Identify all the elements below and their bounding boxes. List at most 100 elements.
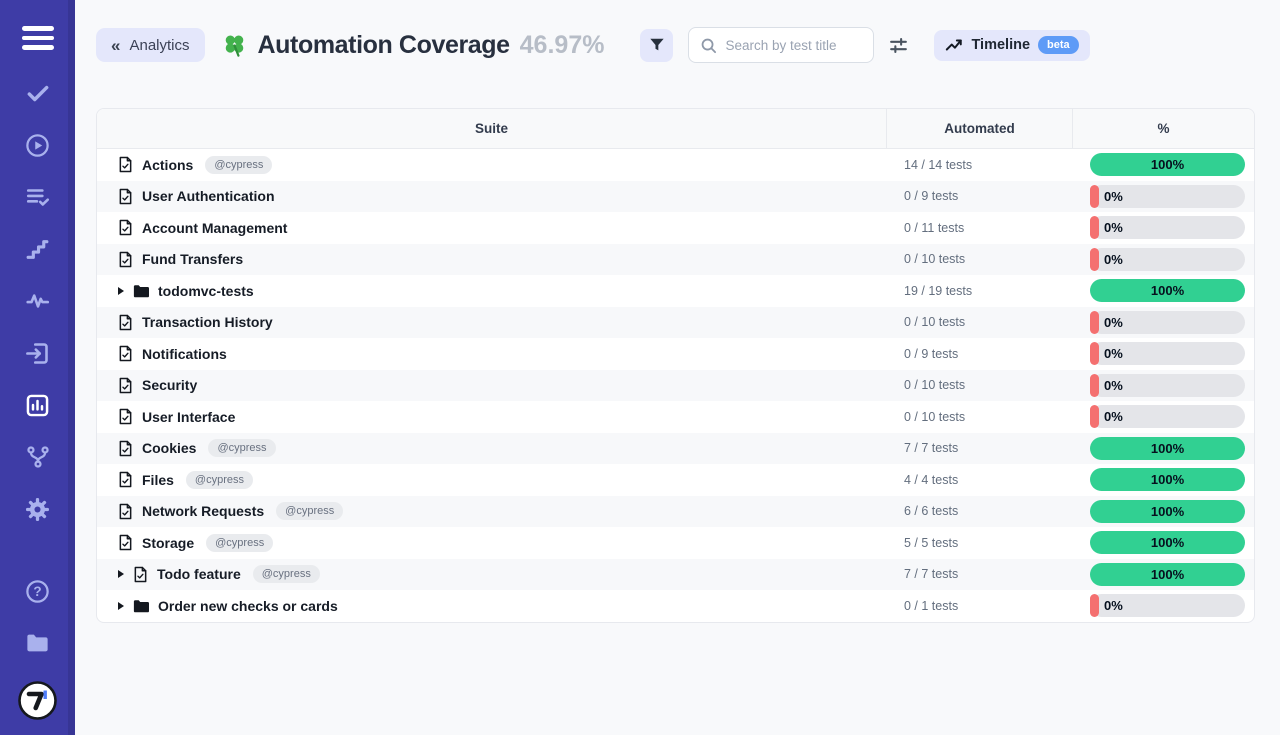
table-row[interactable]: Network Requests @cypress 6 / 6 tests 10… <box>97 496 1254 528</box>
suite-name[interactable]: Storage <box>142 535 194 551</box>
expand-caret-icon[interactable] <box>118 570 124 578</box>
column-header-suite[interactable]: Suite <box>97 109 887 148</box>
suite-name[interactable]: Todo feature <box>157 566 241 582</box>
red-sliver <box>1090 311 1099 334</box>
search-input[interactable] <box>725 38 862 53</box>
play-runs-icon[interactable] <box>24 132 51 159</box>
suite-name[interactable]: Security <box>142 377 197 393</box>
suite-name[interactable]: Account Management <box>142 220 287 236</box>
table-row[interactable]: Notifications 0 / 9 tests 0% <box>97 338 1254 370</box>
percent-cell: 100% <box>1073 464 1254 496</box>
test-file-icon <box>118 534 133 551</box>
table-row[interactable]: Order new checks or cards 0 / 1 tests 0% <box>97 590 1254 622</box>
suite-cell: User Interface <box>97 401 887 433</box>
checks-icon[interactable] <box>24 80 51 107</box>
table-row[interactable]: Actions @cypress 14 / 14 tests 100% <box>97 149 1254 181</box>
expand-caret-icon[interactable] <box>118 287 124 295</box>
red-sliver <box>1090 594 1099 617</box>
cypress-tag: @cypress <box>186 471 253 489</box>
suite-cell: Account Management <box>97 212 887 244</box>
suite-name[interactable]: Transaction History <box>142 314 273 330</box>
automated-count: 14 / 14 tests <box>887 149 1073 181</box>
test-file-icon <box>118 377 133 394</box>
table-row[interactable]: todomvc-tests 19 / 19 tests 100% <box>97 275 1254 307</box>
back-to-analytics-button[interactable]: « Analytics <box>96 28 205 62</box>
table-row[interactable]: User Authentication 0 / 9 tests 0% <box>97 181 1254 213</box>
steps-icon[interactable] <box>24 236 51 263</box>
percent-label: 0% <box>1104 220 1123 235</box>
help-icon[interactable]: ? <box>24 578 51 605</box>
table-row[interactable]: Storage @cypress 5 / 5 tests 100% <box>97 527 1254 559</box>
suite-name[interactable]: User Authentication <box>142 188 275 204</box>
test-file-icon <box>118 314 133 331</box>
app-logo[interactable] <box>17 680 58 721</box>
sidebar: ? <box>0 0 75 735</box>
automated-count: 0 / 10 tests <box>887 370 1073 402</box>
percent-cell: 0% <box>1073 244 1254 276</box>
test-file-icon <box>133 566 148 583</box>
settings-gear-icon[interactable] <box>24 496 51 523</box>
suite-name[interactable]: Cookies <box>142 440 196 456</box>
percent-cell: 100% <box>1073 496 1254 528</box>
percent-cell: 100% <box>1073 149 1254 181</box>
suite-cell: Files @cypress <box>97 464 887 496</box>
percent-label: 100% <box>1151 472 1184 487</box>
expand-caret-icon[interactable] <box>118 602 124 610</box>
percent-cell: 0% <box>1073 590 1254 622</box>
suite-cell: Network Requests @cypress <box>97 496 887 528</box>
coverage-table: Suite Automated % Actions @cypress 14 / … <box>96 108 1255 623</box>
branches-icon[interactable] <box>24 444 51 471</box>
analytics-icon[interactable] <box>24 392 51 419</box>
cypress-tag: @cypress <box>206 534 273 552</box>
table-row[interactable]: User Interface 0 / 10 tests 0% <box>97 401 1254 433</box>
sidebar-bottom: ? <box>17 578 58 721</box>
suite-name[interactable]: Actions <box>142 157 193 173</box>
trending-line-icon <box>945 36 963 54</box>
suite-name[interactable]: Notifications <box>142 346 227 362</box>
clover-icon <box>221 32 248 59</box>
column-header-percent[interactable]: % <box>1073 109 1254 148</box>
search-icon <box>700 37 717 54</box>
menu-icon[interactable] <box>22 26 54 50</box>
percent-label: 0% <box>1104 598 1123 613</box>
percent-label: 100% <box>1151 441 1184 456</box>
page-title: Automation Coverage <box>258 31 510 60</box>
automated-count: 19 / 19 tests <box>887 275 1073 307</box>
sidebar-nav <box>24 80 51 523</box>
test-plans-icon[interactable] <box>24 184 51 211</box>
table-row[interactable]: Fund Transfers 0 / 10 tests 0% <box>97 244 1254 276</box>
table-row[interactable]: Transaction History 0 / 10 tests 0% <box>97 307 1254 339</box>
red-sliver <box>1090 185 1099 208</box>
suite-name[interactable]: User Interface <box>142 409 235 425</box>
percent-cell: 0% <box>1073 307 1254 339</box>
suite-name[interactable]: todomvc-tests <box>158 283 254 299</box>
suite-name[interactable]: Fund Transfers <box>142 251 243 267</box>
percent-cell: 0% <box>1073 338 1254 370</box>
table-row[interactable]: Cookies @cypress 7 / 7 tests 100% <box>97 433 1254 465</box>
svg-text:?: ? <box>33 584 41 599</box>
table-row[interactable]: Files @cypress 4 / 4 tests 100% <box>97 464 1254 496</box>
progress-bar: 100% <box>1090 500 1245 523</box>
funnel-icon <box>649 37 665 53</box>
test-file-icon <box>118 219 133 236</box>
filter-button[interactable] <box>640 29 673 62</box>
automated-count: 0 / 10 tests <box>887 401 1073 433</box>
suite-name[interactable]: Order new checks or cards <box>158 598 338 614</box>
progress-bar: 0% <box>1090 374 1245 397</box>
progress-bar: 0% <box>1090 594 1245 617</box>
percent-label: 0% <box>1104 409 1123 424</box>
suite-cell: Cookies @cypress <box>97 433 887 465</box>
table-row[interactable]: Account Management 0 / 11 tests 0% <box>97 212 1254 244</box>
timeline-button[interactable]: Timeline beta <box>934 30 1089 61</box>
test-file-icon <box>118 345 133 362</box>
progress-bar: 100% <box>1090 468 1245 491</box>
projects-folder-icon[interactable] <box>24 629 51 656</box>
column-header-automated[interactable]: Automated <box>887 109 1073 148</box>
pulse-icon[interactable] <box>24 288 51 315</box>
table-row[interactable]: Security 0 / 10 tests 0% <box>97 370 1254 402</box>
suite-name[interactable]: Network Requests <box>142 503 264 519</box>
view-settings-button[interactable] <box>888 35 909 56</box>
table-row[interactable]: Todo feature @cypress 7 / 7 tests 100% <box>97 559 1254 591</box>
suite-name[interactable]: Files <box>142 472 174 488</box>
import-icon[interactable] <box>24 340 51 367</box>
